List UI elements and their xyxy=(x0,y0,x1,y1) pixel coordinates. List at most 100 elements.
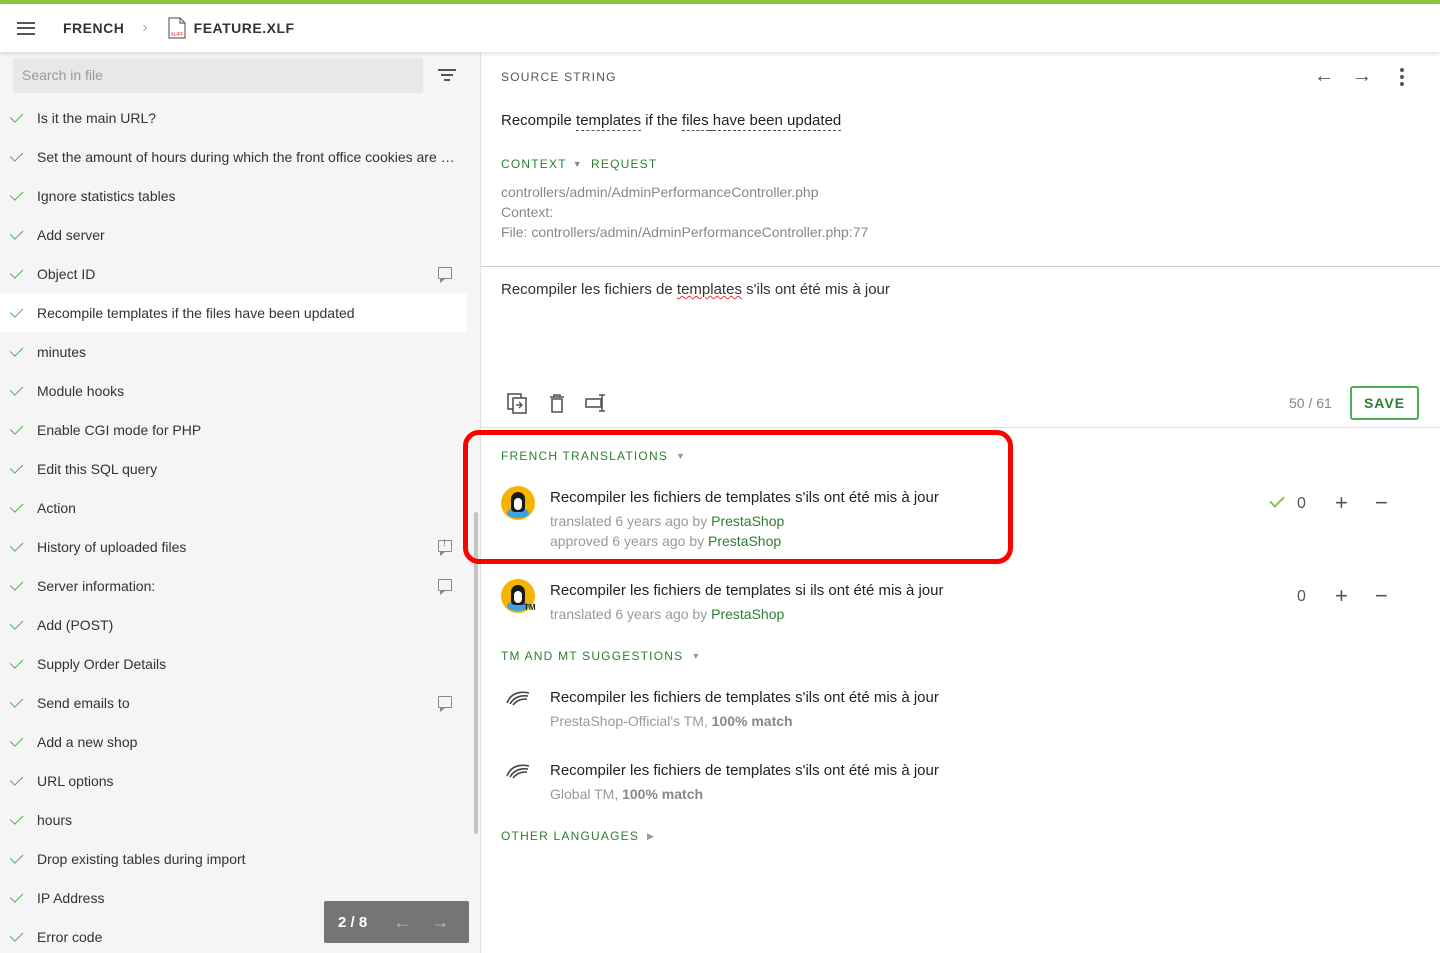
upvote-button[interactable]: + xyxy=(1335,585,1348,607)
sidebar-scrollbar[interactable] xyxy=(474,512,478,834)
copy-source-icon[interactable] xyxy=(506,392,528,414)
divider xyxy=(481,266,1440,267)
insert-special-char-icon[interactable] xyxy=(585,392,607,414)
pager-prev-icon[interactable]: ← xyxy=(393,912,411,933)
clear-translation-icon[interactable] xyxy=(546,392,568,414)
string-list-item[interactable]: Server information: xyxy=(0,566,467,605)
caret-down-icon: ▼ xyxy=(691,651,702,661)
translation-text[interactable]: Recompiler les fichiers de templates s'i… xyxy=(550,489,939,506)
suggestion-text[interactable]: Recompiler les fichiers de templates s'i… xyxy=(550,689,939,706)
string-list-item[interactable]: Add server xyxy=(0,215,467,254)
issue-comment-icon[interactable] xyxy=(438,538,452,556)
glossary-term[interactable]: files xyxy=(681,112,709,131)
request-tab[interactable]: REQUEST xyxy=(591,157,657,171)
string-list-item[interactable]: History of uploaded files xyxy=(0,527,467,566)
string-list-item-label: Action xyxy=(37,499,76,516)
tm-mt-suggestions-header[interactable]: TM AND MT SUGGESTIONS ▼ xyxy=(501,649,701,663)
next-string-icon[interactable]: → xyxy=(1352,65,1372,88)
filter-icon[interactable] xyxy=(438,69,456,81)
translated-check-icon xyxy=(9,889,24,903)
string-list-item[interactable]: Enable CGI mode for PHP xyxy=(0,410,467,449)
meta-text: translated 6 years ago by xyxy=(550,513,712,529)
source-text-part: Recompile xyxy=(501,112,577,129)
caret-right-icon: ▶ xyxy=(647,830,656,841)
translated-check-icon xyxy=(9,499,24,513)
vote-count: 0 xyxy=(1297,588,1306,605)
context-line: Context: xyxy=(501,204,554,220)
translated-check-icon xyxy=(9,733,24,747)
string-list-item[interactable]: Drop existing tables during import xyxy=(0,839,467,878)
string-list-item[interactable]: Recompile templates if the files have be… xyxy=(0,293,467,332)
translated-check-icon xyxy=(9,343,24,357)
string-list-item-label: Module hooks xyxy=(37,382,125,399)
translated-check-icon xyxy=(9,811,24,825)
glossary-term[interactable]: templates xyxy=(576,112,642,131)
editor-text: Recompiler les fichiers de xyxy=(501,281,677,298)
french-translations-header[interactable]: FRENCH TRANSLATIONS ▼ xyxy=(501,449,686,463)
translated-check-icon xyxy=(9,850,24,864)
more-options-icon[interactable] xyxy=(1400,68,1404,89)
string-list-item[interactable]: Object ID xyxy=(0,254,467,293)
suggestion-source: Global TM, 100% match xyxy=(550,786,703,802)
translated-check-icon xyxy=(9,928,24,942)
downvote-button[interactable]: − xyxy=(1375,492,1388,514)
author-link[interactable]: PrestaShop xyxy=(711,606,784,622)
string-list-item[interactable]: Module hooks xyxy=(0,371,467,410)
string-list-item[interactable]: URL options xyxy=(0,761,467,800)
other-languages-header[interactable]: OTHER LANGUAGES ▶ xyxy=(501,829,655,843)
string-list-item[interactable]: Edit this SQL query xyxy=(0,449,467,488)
pager-text: 2 / 8 xyxy=(338,913,368,931)
translation-editor[interactable]: Recompiler les fichiers de templates s'i… xyxy=(501,281,890,298)
approval-meta: approved 6 years ago by PrestaShop xyxy=(550,533,781,549)
comment-icon[interactable] xyxy=(438,579,452,595)
string-list-item-label: Server information: xyxy=(37,577,156,594)
pager-next-icon[interactable]: → xyxy=(431,912,449,933)
menu-icon[interactable] xyxy=(17,21,35,35)
context-tab[interactable]: CONTEXT ▼ xyxy=(501,157,583,171)
string-list-item[interactable]: Supply Order Details xyxy=(0,644,467,683)
vote-count: 0 xyxy=(1297,495,1306,512)
caret-down-icon: ▼ xyxy=(676,451,687,461)
translated-check-icon xyxy=(9,265,24,279)
author-link[interactable]: PrestaShop xyxy=(708,533,781,549)
author-link[interactable]: PrestaShop xyxy=(711,513,784,529)
search-input[interactable]: Search in file xyxy=(13,58,423,93)
tm-logo-icon xyxy=(505,689,531,707)
string-list-item[interactable]: Add a new shop xyxy=(0,722,467,761)
xliff-icon-label: XLIFF xyxy=(170,32,183,37)
string-list-item[interactable]: hours xyxy=(0,800,467,839)
string-list-item[interactable]: Add (POST) xyxy=(0,605,467,644)
string-list-item-label: IP Address xyxy=(37,889,105,906)
string-list-item[interactable]: Action xyxy=(0,488,467,527)
string-list-item-label: Set the amount of hours during which the… xyxy=(37,148,455,165)
translated-check-icon xyxy=(9,109,24,123)
comment-icon[interactable] xyxy=(438,696,452,712)
tm-logo-icon xyxy=(505,762,531,780)
string-list-item-label: Object ID xyxy=(37,265,96,282)
glossary-term[interactable]: have been updated xyxy=(712,112,842,131)
string-list-item[interactable]: Send emails to xyxy=(0,683,467,722)
translated-check-icon xyxy=(9,421,24,435)
string-list-item[interactable]: Is it the main URL? xyxy=(0,98,467,137)
comment-icon[interactable] xyxy=(438,267,452,283)
translation-text[interactable]: Recompiler les fichiers de templates si … xyxy=(550,582,944,599)
string-list-item[interactable]: Set the amount of hours during which the… xyxy=(0,137,467,176)
xliff-file-icon: XLIFF xyxy=(168,17,186,39)
section-label: FRENCH TRANSLATIONS xyxy=(501,449,669,463)
translated-check-icon xyxy=(9,655,24,669)
pager: 2 / 8 ← → xyxy=(324,901,469,943)
section-label: TM AND MT SUGGESTIONS xyxy=(501,649,684,663)
suggestion-text[interactable]: Recompiler les fichiers de templates s'i… xyxy=(550,762,939,779)
string-list-item-label: Ignore statistics tables xyxy=(37,187,176,204)
breadcrumb-language[interactable]: FRENCH xyxy=(63,20,124,36)
previous-string-icon[interactable]: ← xyxy=(1314,65,1334,88)
string-list-item[interactable]: minutes xyxy=(0,332,467,371)
string-list-item[interactable]: Ignore statistics tables xyxy=(0,176,467,215)
downvote-button[interactable]: − xyxy=(1375,585,1388,607)
string-list-sidebar: Search in file Is it the main URL? Set th… xyxy=(0,52,480,953)
string-list-item-label: Add (POST) xyxy=(37,616,114,633)
translated-check-icon xyxy=(9,382,24,396)
approved-check-icon[interactable] xyxy=(1269,492,1285,508)
upvote-button[interactable]: + xyxy=(1335,492,1348,514)
save-button[interactable]: SAVE xyxy=(1350,386,1419,420)
